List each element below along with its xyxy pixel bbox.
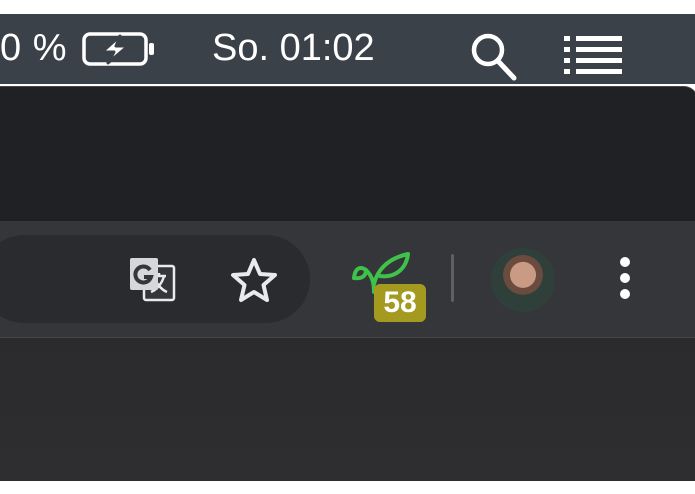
menu-bar: 0 % So. 01:02 bbox=[0, 14, 695, 84]
browser-window bbox=[0, 86, 695, 481]
control-center-list-icon[interactable] bbox=[560, 32, 626, 76]
browser-toolbar bbox=[0, 221, 695, 338]
more-menu-icon[interactable] bbox=[614, 256, 636, 304]
search-icon[interactable] bbox=[468, 30, 520, 84]
battery-charging-icon[interactable] bbox=[82, 32, 156, 66]
menubar-clock[interactable]: So. 01:02 bbox=[212, 28, 375, 68]
battery-percentage[interactable]: 0 % bbox=[0, 28, 67, 68]
tab-strip[interactable] bbox=[0, 87, 695, 221]
extension-badge: 58 bbox=[374, 284, 426, 322]
translate-icon[interactable] bbox=[128, 256, 176, 304]
profile-avatar[interactable] bbox=[491, 248, 555, 312]
extension-button[interactable]: 58 bbox=[352, 248, 428, 324]
bookmark-star-icon[interactable] bbox=[228, 256, 280, 306]
page-content bbox=[0, 338, 695, 481]
toolbar-divider bbox=[451, 254, 454, 302]
